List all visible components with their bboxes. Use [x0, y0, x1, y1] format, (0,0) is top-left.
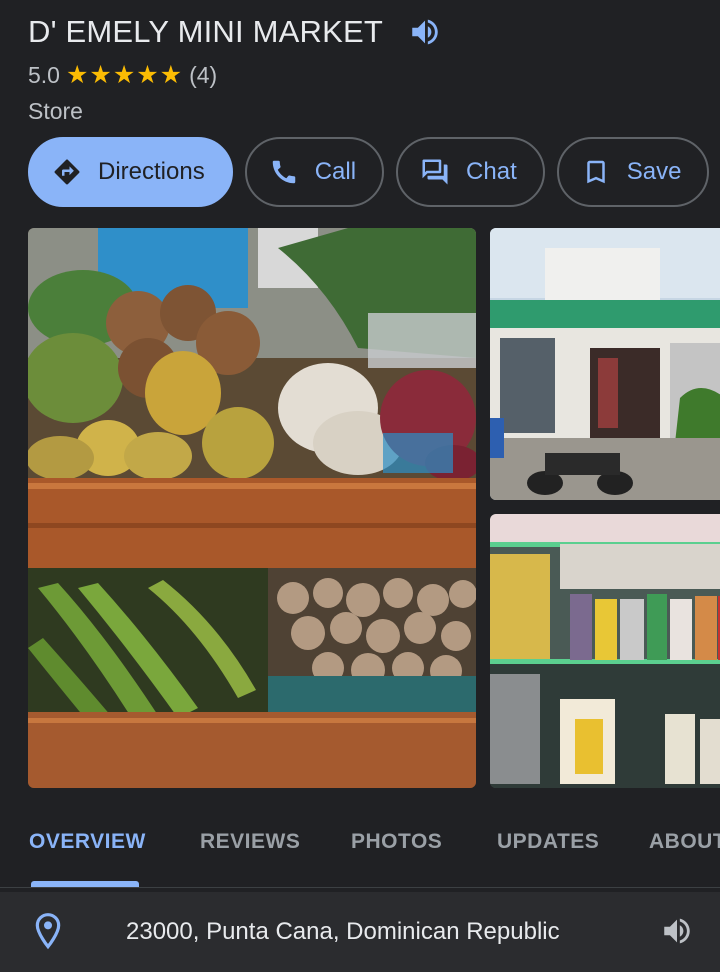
- speaker-icon[interactable]: [660, 914, 696, 950]
- place-title: D' EMELY MINI MARKET: [28, 14, 383, 49]
- star-icon: ★: [136, 61, 159, 89]
- address-row[interactable]: 23000, Punta Cana, Dominican Republic: [0, 892, 720, 972]
- chat-label: Chat: [466, 158, 517, 185]
- directions-label: Directions: [98, 158, 205, 185]
- save-button[interactable]: Save: [556, 137, 710, 207]
- tab-about[interactable]: ABOUT: [649, 830, 720, 854]
- rating-value: 5.0: [28, 62, 60, 88]
- directions-icon: [52, 157, 82, 187]
- star-icon: ★: [112, 61, 136, 89]
- place-details-page: D' EMELY MINI MARKET 5.0 ★ ★ ★ ★ ★ (4) S…: [0, 0, 720, 972]
- place-category: Store: [28, 98, 83, 124]
- speaker-icon[interactable]: [407, 14, 443, 50]
- location-pin-icon: [32, 912, 64, 952]
- title-row: D' EMELY MINI MARKET: [28, 14, 443, 50]
- bookmark-icon: [581, 157, 611, 187]
- star-icon: ★: [89, 61, 112, 89]
- tab-updates[interactable]: UPDATES: [497, 830, 599, 854]
- tab-photos[interactable]: PHOTOS: [351, 830, 442, 854]
- chat-button[interactable]: Chat: [396, 137, 545, 207]
- save-label: Save: [626, 158, 682, 185]
- rating-row[interactable]: 5.0 ★ ★ ★ ★ ★ (4): [28, 62, 217, 89]
- action-chips: Directions Call Chat Save: [28, 137, 720, 207]
- active-tab-indicator: [31, 881, 139, 887]
- chat-icon: [420, 157, 450, 187]
- directions-button[interactable]: Directions: [28, 137, 233, 207]
- star-icon: ★: [159, 61, 183, 89]
- call-label: Call: [314, 158, 357, 185]
- tab-bar: OVERVIEW REVIEWS PHOTOS UPDATES ABOUT: [0, 812, 720, 888]
- star-icon: ★: [65, 61, 89, 89]
- tab-overview[interactable]: OVERVIEW: [29, 830, 146, 854]
- call-button[interactable]: Call: [244, 137, 385, 207]
- review-count: (4): [189, 62, 218, 88]
- photo-shelf[interactable]: [490, 514, 720, 788]
- phone-icon: [269, 157, 299, 187]
- photo-storefront[interactable]: [490, 228, 720, 500]
- tab-reviews[interactable]: REVIEWS: [200, 830, 300, 854]
- photo-produce-stand[interactable]: [28, 228, 476, 788]
- address-text: 23000, Punta Cana, Dominican Republic: [126, 918, 560, 945]
- star-rating: ★ ★ ★ ★ ★: [66, 63, 183, 88]
